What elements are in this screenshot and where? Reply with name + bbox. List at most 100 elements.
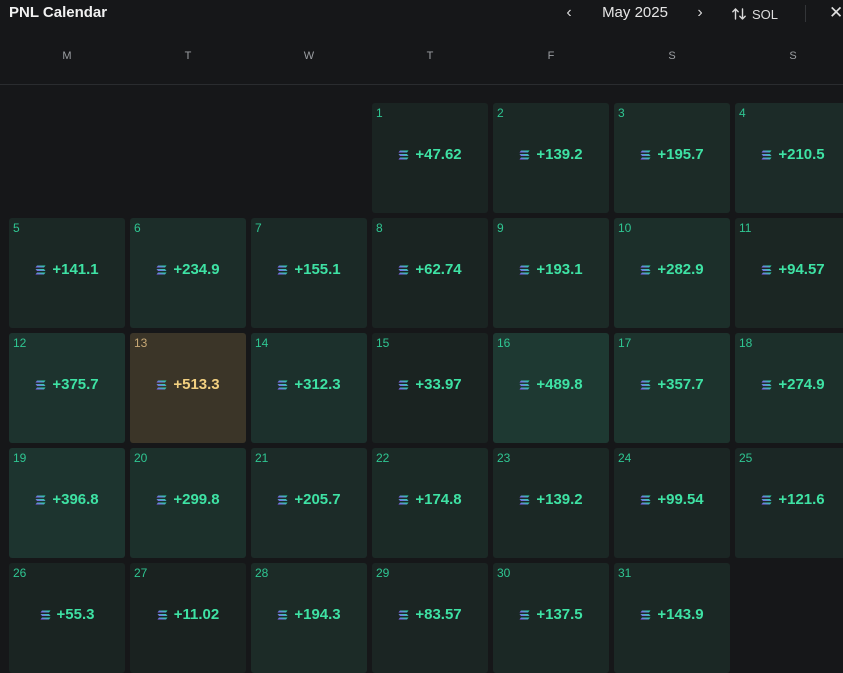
day-number: 13: [134, 336, 148, 350]
header-divider: [805, 5, 806, 22]
chevron-right-icon: ›: [697, 4, 703, 21]
empty-day-cell: [130, 103, 246, 213]
chevron-left-icon: ‹: [566, 4, 572, 21]
close-icon: ✕: [829, 3, 843, 22]
weekday-label: W: [303, 50, 315, 62]
sol-icon: [156, 265, 167, 274]
sol-icon: [156, 380, 167, 389]
prev-month-button[interactable]: ‹: [559, 3, 579, 23]
day-cell[interactable]: 19 +396.8: [9, 448, 125, 558]
day-cell[interactable]: 20 +299.8: [130, 448, 246, 558]
day-number: 27: [134, 566, 148, 580]
day-pnl: +139.2: [493, 146, 609, 163]
pnl-value: +194.3: [294, 606, 341, 623]
pnl-value: +299.8: [173, 491, 220, 508]
day-cell[interactable]: 2 +139.2: [493, 103, 609, 213]
close-button[interactable]: ✕: [829, 3, 843, 23]
day-cell[interactable]: 29 +83.57: [372, 563, 488, 673]
weekday-header-row: M T W T F S S: [0, 42, 843, 72]
day-cell[interactable]: 8 +62.74: [372, 218, 488, 328]
day-number: 4: [739, 106, 746, 120]
sol-icon: [761, 380, 772, 389]
pnl-value: +143.9: [657, 606, 704, 623]
empty-day-cell: [9, 103, 125, 213]
pnl-value: +62.74: [415, 261, 462, 278]
day-cell[interactable]: 21 +205.7: [251, 448, 367, 558]
sol-icon: [35, 265, 46, 274]
day-cell[interactable]: 30 +137.5: [493, 563, 609, 673]
sol-icon: [35, 495, 46, 504]
pnl-value: +139.2: [536, 491, 583, 508]
pnl-value: +139.2: [536, 146, 583, 163]
sol-icon: [398, 265, 409, 274]
empty-day-cell: [251, 103, 367, 213]
day-cell[interactable]: 5 +141.1: [9, 218, 125, 328]
day-cell[interactable]: 17 +357.7: [614, 333, 730, 443]
day-cell[interactable]: 27 +11.02: [130, 563, 246, 673]
day-pnl: +234.9: [130, 261, 246, 278]
pnl-value: +33.97: [415, 376, 462, 393]
day-cell[interactable]: 12 +375.7: [9, 333, 125, 443]
day-cell[interactable]: 22 +174.8: [372, 448, 488, 558]
day-cell[interactable]: 25 +121.6: [735, 448, 843, 558]
sol-icon: [277, 265, 288, 274]
pnl-value: +396.8: [52, 491, 99, 508]
day-number: 11: [739, 221, 752, 235]
day-number: 3: [618, 106, 625, 120]
day-cell[interactable]: 23 +139.2: [493, 448, 609, 558]
day-pnl: +83.57: [372, 606, 488, 623]
pnl-value: +489.8: [536, 376, 583, 393]
day-cell[interactable]: 28 +194.3: [251, 563, 367, 673]
day-number: 5: [13, 221, 20, 235]
sol-icon: [519, 380, 530, 389]
day-cell[interactable]: 4 +210.5: [735, 103, 843, 213]
day-cell[interactable]: 26 +55.3: [9, 563, 125, 673]
page-title: PNL Calendar: [9, 4, 108, 21]
day-cell[interactable]: 31 +143.9: [614, 563, 730, 673]
day-number: 22: [376, 451, 390, 465]
sol-icon: [519, 265, 530, 274]
pnl-value: +195.7: [657, 146, 704, 163]
day-cell[interactable]: 6 +234.9: [130, 218, 246, 328]
day-pnl: +274.9: [735, 376, 843, 393]
day-pnl: +139.2: [493, 491, 609, 508]
day-cell[interactable]: 7 +155.1: [251, 218, 367, 328]
day-cell[interactable]: 10 +282.9: [614, 218, 730, 328]
day-pnl: +55.3: [9, 606, 125, 623]
pnl-value: +174.8: [415, 491, 462, 508]
pnl-value: +121.6: [778, 491, 825, 508]
day-pnl: +195.7: [614, 146, 730, 163]
pnl-value: +141.1: [52, 261, 99, 278]
weekday-divider: [0, 84, 843, 85]
day-cell[interactable]: 11 +94.57: [735, 218, 843, 328]
weekday-label: S: [789, 50, 797, 62]
day-pnl: +47.62: [372, 146, 488, 163]
day-number: 19: [13, 451, 27, 465]
next-month-button[interactable]: ›: [690, 3, 710, 23]
day-pnl: +210.5: [735, 146, 843, 163]
pnl-value: +83.57: [415, 606, 462, 623]
pnl-value: +94.57: [778, 261, 825, 278]
day-cell[interactable]: 16 +489.8: [493, 333, 609, 443]
day-number: 16: [497, 336, 511, 350]
day-cell[interactable]: 9 +193.1: [493, 218, 609, 328]
sol-icon: [398, 150, 409, 159]
day-cell[interactable]: 14 +312.3: [251, 333, 367, 443]
month-label: May 2025: [602, 4, 668, 21]
day-cell[interactable]: 24 +99.54: [614, 448, 730, 558]
calendar-header: PNL Calendar ‹ May 2025 › SOL ✕: [0, 0, 843, 28]
day-cell[interactable]: 18 +274.9: [735, 333, 843, 443]
pnl-value: +375.7: [52, 376, 99, 393]
day-number: 30: [497, 566, 511, 580]
day-cell[interactable]: 13 +513.3: [130, 333, 246, 443]
day-number: 9: [497, 221, 504, 235]
currency-toggle-button[interactable]: SOL: [731, 4, 778, 24]
day-cell[interactable]: 1 +47.62: [372, 103, 488, 213]
day-cell[interactable]: 15 +33.97: [372, 333, 488, 443]
pnl-value: +234.9: [173, 261, 220, 278]
pnl-value: +357.7: [657, 376, 704, 393]
day-pnl: +141.1: [9, 261, 125, 278]
day-pnl: +375.7: [9, 376, 125, 393]
day-cell[interactable]: 3 +195.7: [614, 103, 730, 213]
day-number: 17: [618, 336, 632, 350]
